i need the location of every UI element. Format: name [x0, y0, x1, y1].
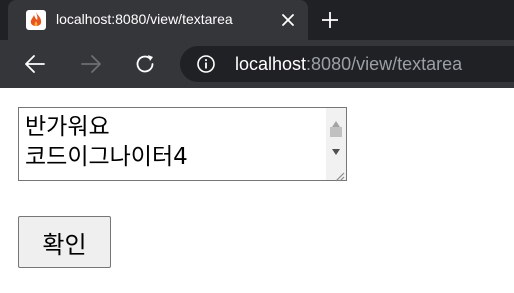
browser-tab[interactable]: localhost:8080/view/textarea: [8, 0, 308, 40]
submit-button[interactable]: 확인: [18, 216, 111, 268]
scroll-down-icon[interactable]: [331, 141, 341, 155]
arrow-left-icon[interactable]: [24, 53, 46, 75]
address-bar[interactable]: localhost:8080/view/textarea: [180, 46, 514, 82]
scroll-up-icon[interactable]: [331, 113, 341, 127]
textarea-field[interactable]: 반가워요 코드이그나이터4: [18, 107, 347, 182]
browser-toolbar: localhost:8080/view/textarea: [0, 40, 514, 88]
tab-strip: localhost:8080/view/textarea: [0, 0, 514, 40]
textarea-value[interactable]: 반가워요 코드이그나이터4: [25, 112, 321, 172]
url-path: :8080/view/textarea: [306, 54, 463, 74]
reload-icon[interactable]: [134, 53, 156, 75]
info-icon[interactable]: [196, 54, 216, 74]
arrow-right-icon[interactable]: [80, 53, 102, 75]
new-tab-icon[interactable]: [320, 10, 340, 30]
url-host: localhost: [235, 54, 307, 74]
close-tab-icon[interactable]: [280, 12, 296, 28]
page-content: 반가워요 코드이그나이터4 확인: [0, 88, 514, 293]
resize-grip-icon[interactable]: [333, 167, 345, 182]
scroll-thumb[interactable]: [330, 127, 342, 137]
flame-icon: [26, 10, 46, 30]
url-text: localhost:8080/view/textarea: [235, 54, 462, 74]
tab-title: localhost:8080/view/textarea: [56, 11, 233, 27]
